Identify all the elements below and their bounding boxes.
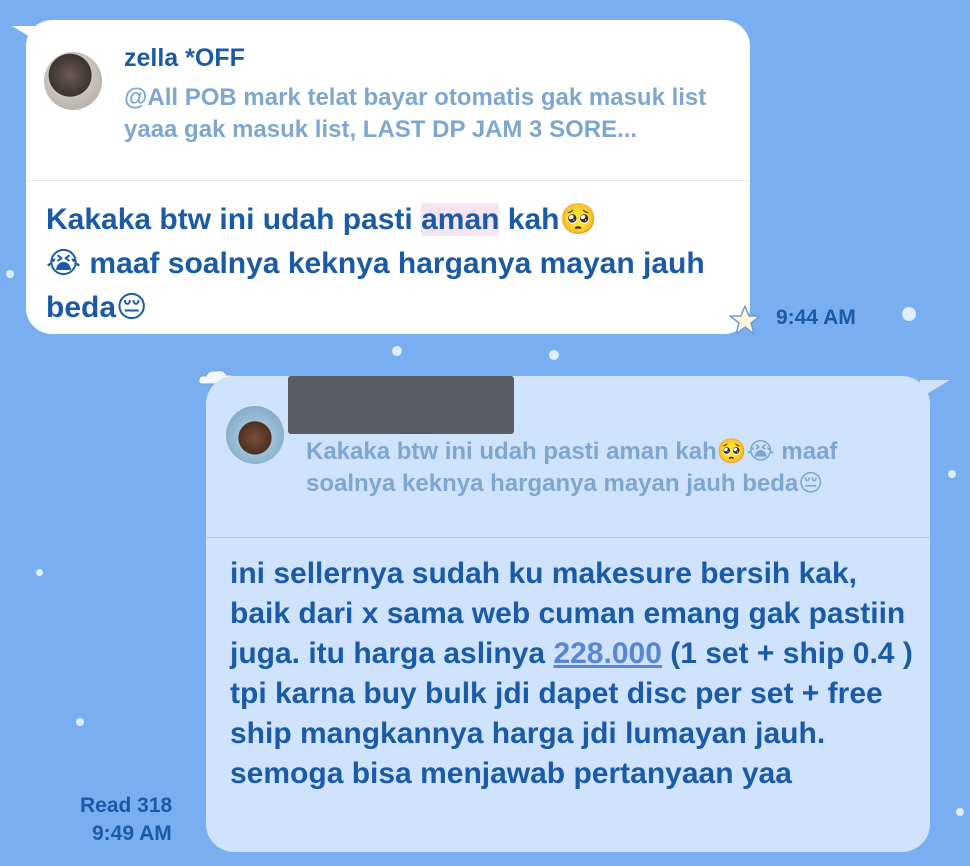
quote-divider [206,537,930,538]
background-dot [6,270,14,278]
outgoing-timestamp: 9:49 AM [92,822,172,845]
quoted-message-text[interactable]: Kakaka btw ini udah pasti aman kah🥺😭 maa… [306,436,916,500]
sender-avatar[interactable] [44,52,102,110]
highlighted-word: aman [421,203,500,236]
price-link[interactable]: 228.000 [553,637,661,670]
outgoing-message-text: ini sellernya sudah ku makesure bersih k… [230,554,920,794]
background-dot [36,569,43,576]
quoted-message-text[interactable]: @All POB mark telat bayar otomatis gak m… [124,82,734,146]
background-dot [902,307,916,321]
background-dot [392,346,402,356]
background-dot [956,808,964,816]
quoted-avatar[interactable] [226,406,284,464]
quote-divider [26,180,750,181]
chat-screen: { "incoming": { "quote_name": "zella *OF… [0,0,970,866]
background-dot [948,470,956,478]
quoted-sender-name: zella *OFF [124,44,245,72]
background-dot [549,350,559,360]
read-status: Read 318 [80,794,173,817]
background-dot [76,718,84,726]
message-text-part: Kakaka btw ini udah pasti [46,203,422,236]
incoming-message-text: Kakaka btw ini udah pasti aman kah🥺 😭 ma… [46,198,736,330]
incoming-timestamp: 9:44 AM [776,306,856,329]
redacted-name-block [288,376,514,434]
star-icon [729,305,761,335]
